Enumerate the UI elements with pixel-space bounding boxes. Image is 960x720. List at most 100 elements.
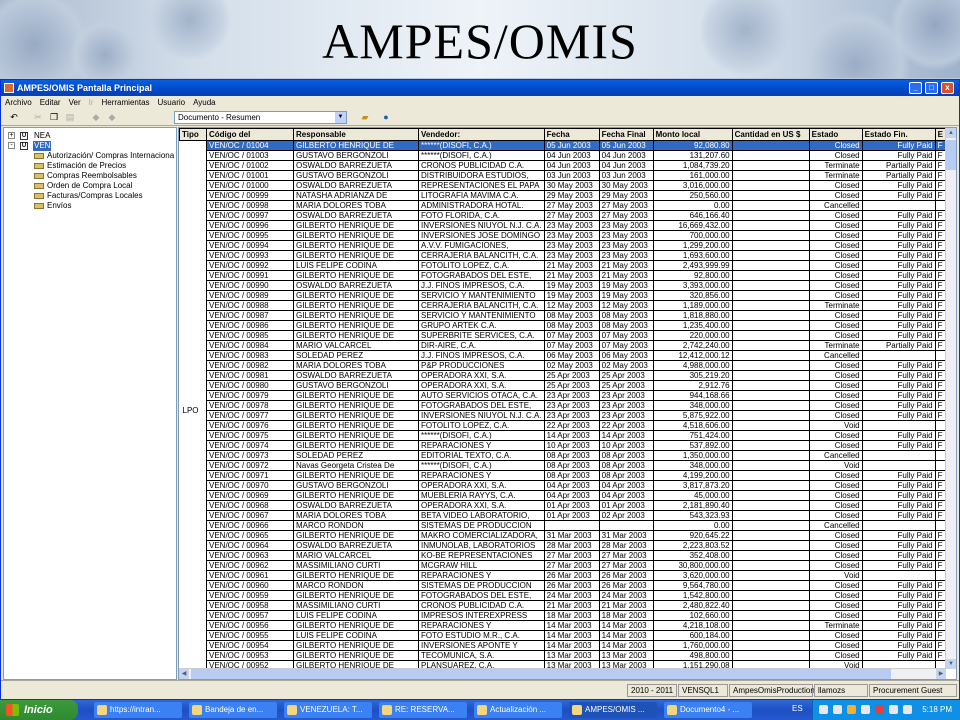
tree-node[interactable]: + U NEA: [8, 131, 168, 141]
table-row[interactable]: VEN/OC / 00994 GILBERTO HENRIQUE DE A.V.V.…: [180, 240, 946, 251]
globe-icon[interactable]: ●: [379, 111, 393, 123]
table-row[interactable]: VEN/OC / 00987 GILBERTO HENRIQUE DE SERVIC…: [180, 310, 946, 321]
scroll-left-icon[interactable]: ◀: [179, 669, 189, 679]
table-row[interactable]: VEN/OC / 00997 OSWALDO BARREZUETA FOTO FLO…: [180, 210, 946, 221]
language-indicator[interactable]: ES: [792, 704, 803, 713]
expand-icon[interactable]: +: [8, 132, 15, 139]
table-row[interactable]: VEN/OC / 00995 GILBERTO HENRIQUE DE INVERS…: [180, 230, 946, 241]
column-header[interactable]: Cantidad en US $: [731, 128, 810, 141]
column-header[interactable]: Fecha: [543, 128, 600, 141]
taskbar-item[interactable]: VENEZUELA: T...: [284, 702, 372, 718]
table-row[interactable]: VEN/OC / 00975 GILBERTO HENRIQUE DE ******…: [180, 430, 946, 441]
tray-update-icon[interactable]: [903, 705, 912, 714]
table-row[interactable]: VEN/OC / 00972 Navas Georgeta Cristea De *…: [180, 460, 946, 471]
tray-antivirus-icon[interactable]: [875, 705, 884, 714]
table-row[interactable]: VEN/OC / 01002 OSWALDO BARREZUETA CRONOS P…: [180, 160, 946, 171]
cut-icon[interactable]: ✂: [31, 111, 45, 123]
menu-item[interactable]: Editar: [36, 96, 65, 109]
chevron-down-icon[interactable]: ▼: [335, 112, 346, 123]
view-select[interactable]: Documento - Resumen ▼: [174, 111, 347, 124]
back-icon[interactable]: ◆: [89, 111, 103, 123]
taskbar-item[interactable]: AMPES/OMIS ...: [569, 702, 657, 718]
menu-item[interactable]: Ver: [65, 96, 85, 109]
table-row[interactable]: VEN/OC / 00998 MARIA DOLORES TOBA ADMINIST…: [180, 200, 946, 211]
scroll-right-icon[interactable]: ▶: [936, 669, 946, 679]
menu-item[interactable]: Ayuda: [189, 96, 220, 109]
table-row[interactable]: VEN/OC / 00992 LUIS FELIPE CODINA FOTOLITO…: [180, 260, 946, 271]
menu-item[interactable]: Archivo: [1, 96, 36, 109]
table-row[interactable]: VEN/OC / 00980 GUSTAVO BERGONZOLI OPERADOR…: [180, 380, 946, 391]
scroll-thumb[interactable]: [946, 140, 956, 170]
column-header[interactable]: Fecha Final: [598, 128, 654, 141]
table-row[interactable]: LPO VEN/OC / 01004 GILBERTO HENRIQUE DE ***…: [179, 140, 946, 679]
maximize-button[interactable]: □: [925, 82, 938, 94]
table-row[interactable]: VEN/OC / 00973 SOLEDAD PEREZ EDITORIAL TEX…: [180, 450, 946, 461]
table-row[interactable]: VEN/OC / 00970 GUSTAVO BERGONZOLI OPERADOR…: [180, 480, 946, 491]
tree-child-item[interactable]: Envíos: [34, 201, 71, 211]
table-row[interactable]: VEN/OC / 00982 MARIA DOLORES TOBA P&P PROD…: [180, 360, 946, 371]
scroll-up-icon[interactable]: ▲: [946, 128, 956, 138]
open-folder-icon[interactable]: ▰: [358, 111, 372, 123]
column-header[interactable]: E: [934, 128, 946, 141]
table-row[interactable]: VEN/OC / 00990 OSWALDO BARREZUETA J.J. FIN…: [180, 280, 946, 291]
table-row[interactable]: VEN/OC / 00983 SOLEDAD PEREZ J.J. FINOS IM…: [180, 350, 946, 361]
taskbar-item[interactable]: RE: RESERVA...: [379, 702, 467, 718]
column-header[interactable]: Estado Fin.: [861, 128, 936, 141]
column-header[interactable]: Código del: [206, 128, 294, 141]
table-row[interactable]: VEN/OC / 00967 MARIA DOLORES TOBA BETA VID…: [180, 510, 946, 521]
table-row[interactable]: VEN/OC / 00961 GILBERTO HENRIQUE DE REPARA…: [180, 570, 946, 581]
start-button[interactable]: Inicio: [0, 700, 78, 720]
menu-item[interactable]: Herramientas: [98, 96, 154, 109]
table-row[interactable]: VEN/OC / 00954 GILBERTO HENRIQUE DE INVERS…: [180, 640, 946, 651]
table-row[interactable]: VEN/OC / 00993 GILBERTO HENRIQUE DE CERRAJ…: [180, 250, 946, 261]
copy-icon[interactable]: ❐: [47, 111, 61, 123]
table-row[interactable]: VEN/OC / 00984 MARIO VALCARCEL DIR-AIRE, C…: [180, 340, 946, 351]
table-row[interactable]: VEN/OC / 00991 GILBERTO HENRIQUE DE FOTOGR…: [180, 270, 946, 281]
table-row[interactable]: VEN/OC / 00966 MARCO RONDON SISTEMAS DE PR…: [180, 520, 946, 531]
minimize-button[interactable]: _: [909, 82, 922, 94]
table-row[interactable]: VEN/OC / 00981 OSWALDO BARREZUETA OPERADOR…: [180, 370, 946, 381]
tree-child-item[interactable]: Compras Reembolsables: [34, 171, 137, 181]
table-row[interactable]: VEN/OC / 01003 GUSTAVO BERGONZOLI ******(D…: [180, 150, 946, 161]
table-row[interactable]: VEN/OC / 00985 GILBERTO HENRIQUE DE SUPERB…: [180, 330, 946, 341]
tree-node[interactable]: - U VEN: [8, 141, 168, 151]
column-header[interactable]: Monto local: [652, 128, 733, 141]
tree-child-item[interactable]: Facturas/Compras Locales: [34, 191, 143, 201]
collapse-icon[interactable]: -: [8, 142, 15, 149]
column-header[interactable]: Responsable: [293, 128, 419, 141]
vertical-scrollbar[interactable]: ▲ ▼: [945, 128, 956, 669]
column-header[interactable]: Estado: [808, 128, 863, 141]
column-header[interactable]: Vendedor:: [418, 128, 545, 141]
table-row[interactable]: VEN/OC / 00988 GILBERTO HENRIQUE DE CERRAJ…: [180, 300, 946, 311]
tray-security-icon[interactable]: [847, 705, 856, 714]
table-row[interactable]: VEN/OC / 00978 GILBERTO HENRIQUE DE FOTOGR…: [180, 400, 946, 411]
table-row[interactable]: VEN/OC / 00969 GILBERTO HENRIQUE DE MUEBLE…: [180, 490, 946, 501]
table-row[interactable]: VEN/OC / 00989 GILBERTO HENRIQUE DE SERVIC…: [180, 290, 946, 301]
scroll-thumb[interactable]: [191, 669, 891, 679]
horizontal-scrollbar[interactable]: ◀ ▶: [179, 668, 946, 679]
window-titlebar[interactable]: AMPES/OMIS Pantalla Principal _ □ x: [1, 80, 959, 96]
table-row[interactable]: VEN/OC / 00953 GILBERTO HENRIQUE DE TECOMU…: [180, 650, 946, 661]
taskbar-item[interactable]: https://intran...: [94, 702, 182, 718]
table-row[interactable]: VEN/OC / 00971 GILBERTO HENRIQUE DE REPARA…: [180, 470, 946, 481]
tray-app-icon[interactable]: [861, 705, 870, 714]
tree-child-item[interactable]: Orden de Compra Local: [34, 181, 132, 191]
table-row[interactable]: VEN/OC / 00957 LUIS FELIPE CODINA IMPRESOS…: [180, 610, 946, 621]
table-row[interactable]: VEN/OC / 00999 NATASHA ADRIANZA DE LITOGRA…: [180, 190, 946, 201]
table-row[interactable]: VEN/OC / 00974 GILBERTO HENRIQUE DE REPARA…: [180, 440, 946, 451]
table-row[interactable]: VEN/OC / 00956 GILBERTO HENRIQUE DE REPARA…: [180, 620, 946, 631]
tree-child-item[interactable]: Autorización/ Compras Internaciona: [34, 151, 174, 161]
table-row[interactable]: VEN/OC / 00963 MARIO VALCARCEL KO-BE REPRE…: [180, 550, 946, 561]
menu-item[interactable]: Ir: [85, 96, 98, 109]
taskbar-item[interactable]: Actualización ...: [474, 702, 562, 718]
table-row[interactable]: VEN/OC / 00960 MARCO RONDON SISTEMAS DE PR…: [180, 580, 946, 591]
table-row[interactable]: VEN/OC / 00996 GILBERTO HENRIQUE DE INVERS…: [180, 220, 946, 231]
table-row[interactable]: VEN/OC / 00958 MASSIMILIANO CURTI CRONOS P…: [180, 600, 946, 611]
table-row[interactable]: VEN/OC / 00955 LUIS FELIPE CODINA FOTO EST…: [180, 630, 946, 641]
menu-item[interactable]: Usuario: [154, 96, 190, 109]
table-row[interactable]: VEN/OC / 00959 GILBERTO HENRIQUE DE FOTOGR…: [180, 590, 946, 601]
tray-volume-icon[interactable]: [833, 705, 842, 714]
table-row[interactable]: VEN/OC / 00962 MASSIMILIANO CURTI MCGRAW H…: [180, 560, 946, 571]
undo-icon[interactable]: ↶: [7, 111, 21, 123]
table-row[interactable]: VEN/OC / 00965 GILBERTO HENRIQUE DE MAKRO …: [180, 530, 946, 541]
